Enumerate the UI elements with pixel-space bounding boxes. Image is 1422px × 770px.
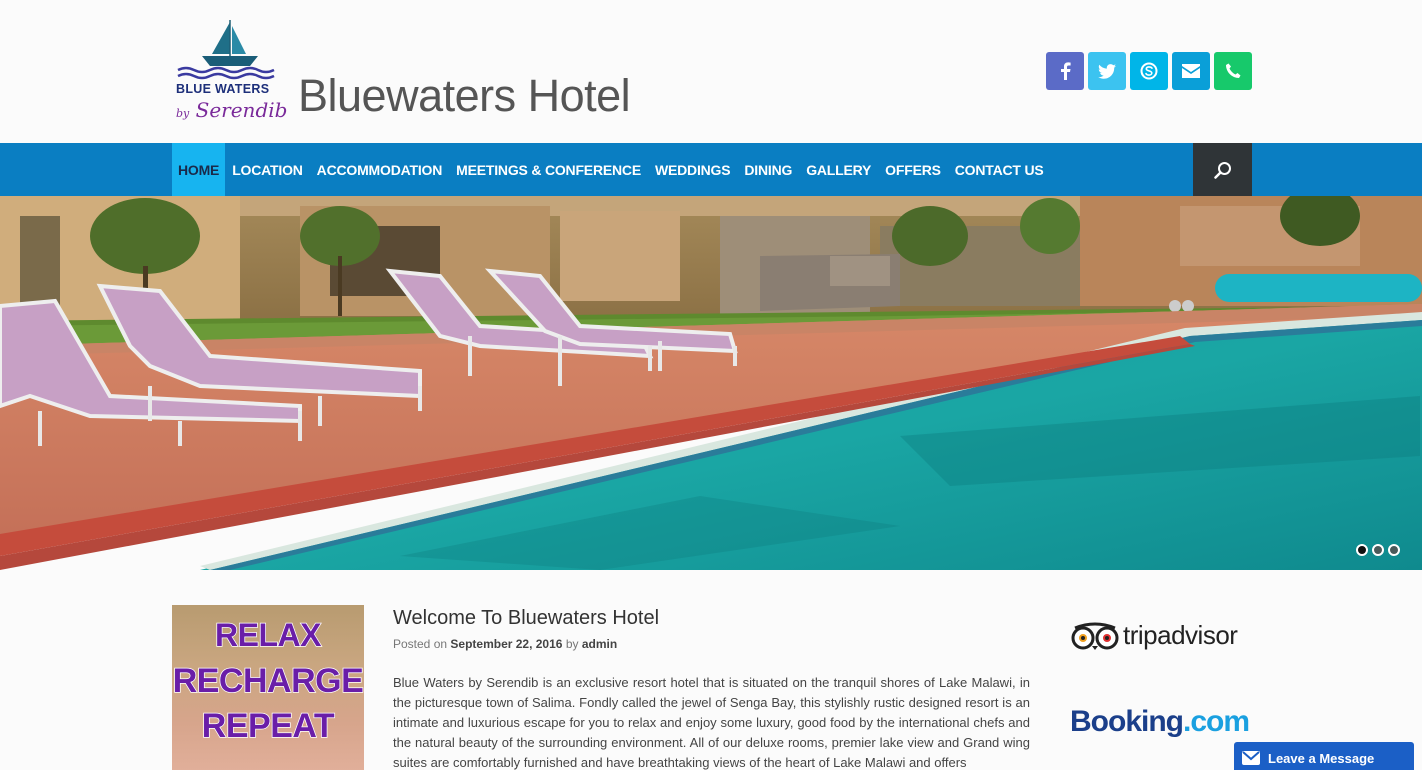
booking-main: Booking [1070,705,1184,738]
search-icon [1213,161,1231,179]
nav-item-gallery[interactable]: GALLERY [799,143,878,196]
email-icon[interactable] [1172,52,1210,90]
site-header: BLUE WATERS by Serendib Bluewaters Hotel [0,0,1422,143]
nav-item-contact-us[interactable]: CONTACT US [948,143,1051,196]
main-navigation: HOME LOCATION ACCOMMODATION MEETINGS & C… [0,143,1422,196]
logo-by: by [176,107,190,120]
post-date[interactable]: September 22, 2016 [450,637,562,651]
tripadvisor-text: tripadvisor [1123,620,1238,650]
site-title[interactable]: Bluewaters Hotel [298,70,631,122]
booking-link[interactable]: Booking.com [1070,705,1250,739]
tripadvisor-link[interactable]: tripadvisor [1071,620,1238,651]
social-links [1046,52,1252,90]
posted-on-label: Posted on [393,637,448,651]
hero-slider[interactable] [0,196,1422,570]
nav-item-home[interactable]: HOME [172,143,226,196]
by-label: by [565,637,579,651]
post-author[interactable]: admin [582,637,617,651]
leave-message-button[interactable]: Leave a Message [1234,742,1414,770]
chat-label: Leave a Message [1268,750,1375,766]
slider-dot[interactable] [1356,544,1368,556]
nav-item-accommodation[interactable]: ACCOMMODATION [310,143,449,196]
post-meta: Posted on September 22, 2016 by admin [393,637,1030,651]
skype-icon[interactable] [1130,52,1168,90]
slider-dot[interactable] [1372,544,1384,556]
envelope-icon [1234,742,1268,770]
promo-line-recharge: RECHARGE [172,661,364,701]
phone-icon[interactable] [1214,52,1252,90]
logo-script: by Serendib [176,98,287,122]
logo-wordmark: BLUE WATERS [176,82,270,96]
nav-item-meetings-conference[interactable]: MEETINGS & CONFERENCE [449,143,648,196]
promo-line-relax: RELAX [214,616,322,654]
pool-scene-image [0,196,1422,570]
twitter-icon[interactable] [1088,52,1126,90]
nav-item-offers[interactable]: OFFERS [878,143,948,196]
nav-item-location[interactable]: LOCATION [225,143,309,196]
slider-dot[interactable] [1388,544,1400,556]
welcome-post: Welcome To Bluewaters Hotel Posted on Se… [393,607,1030,770]
post-body: Blue Waters by Serendib is an exclusive … [393,675,1030,770]
facebook-icon[interactable] [1046,52,1084,90]
nav-item-dining[interactable]: DINING [737,143,799,196]
nav-menu: HOME LOCATION ACCOMMODATION MEETINGS & C… [172,143,1051,196]
search-button[interactable] [1193,143,1252,196]
nav-item-weddings[interactable]: WEDDINGS [648,143,737,196]
slider-pagination [1356,544,1400,556]
logo-serendib: Serendib [195,98,288,122]
promo-line-repeat: REPEAT [201,706,335,746]
booking-tld: .com [1183,705,1250,738]
promo-banner[interactable]: RELAX RECHARGE REPEAT [172,605,364,770]
page: BLUE WATERS by Serendib Bluewaters Hotel… [0,0,1422,770]
tripadvisor-owl-icon [1071,622,1119,650]
post-title[interactable]: Welcome To Bluewaters Hotel [393,607,1030,630]
